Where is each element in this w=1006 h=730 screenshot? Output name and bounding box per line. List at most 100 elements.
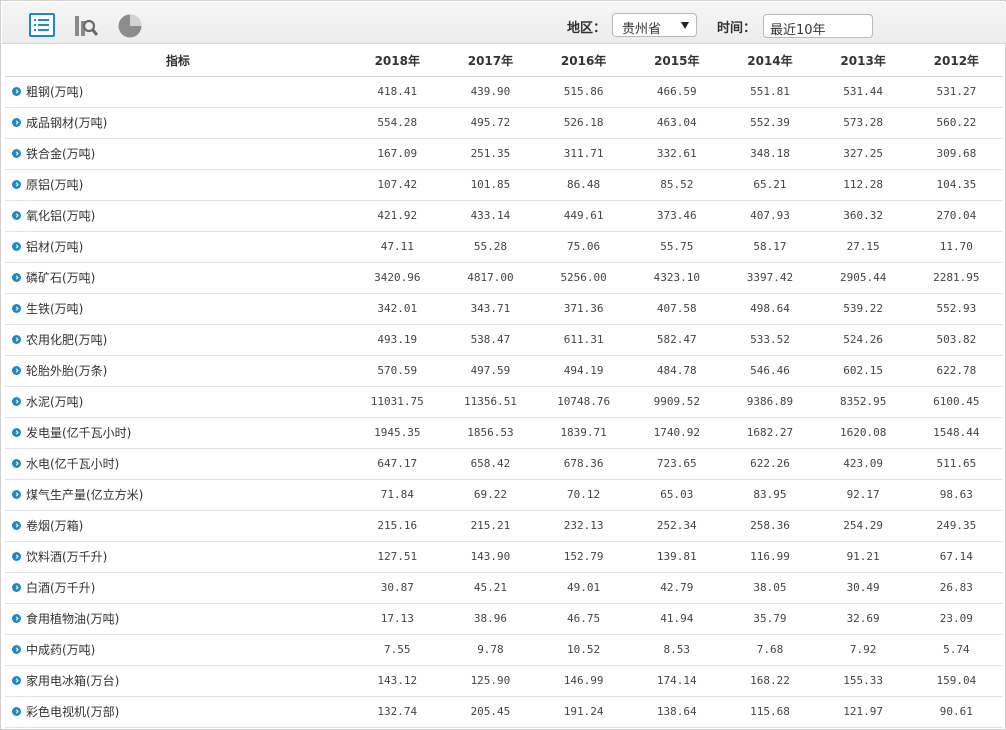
expand-arrow-icon[interactable] [12, 273, 21, 282]
value-cell: 495.72 [443, 107, 538, 139]
value-cell: 258.36 [723, 510, 817, 542]
value-cell: 174.14 [630, 665, 724, 697]
value-cell: 92.17 [816, 479, 910, 511]
value-cell: 17.13 [350, 603, 444, 635]
value-cell: 112.28 [816, 169, 910, 201]
column-header-year[interactable]: 2013年 [816, 45, 910, 77]
value-cell: 1682.27 [723, 417, 817, 449]
value-cell: 439.90 [443, 76, 538, 108]
column-header-year[interactable]: 2017年 [443, 45, 538, 77]
expand-arrow-icon[interactable] [12, 149, 21, 158]
data-table-container: 指标 2018年 2017年 2016年 2015年 2014年 2013年 2012年 粗… [5, 45, 1003, 728]
expand-arrow-icon[interactable] [12, 118, 21, 127]
expand-arrow-icon[interactable] [12, 428, 21, 437]
value-cell: 360.32 [816, 200, 910, 232]
bar-chart-icon[interactable] [73, 12, 99, 38]
expand-arrow-icon[interactable] [12, 521, 21, 530]
indicator-cell: 生铁(万吨) [5, 293, 351, 325]
column-header-year[interactable]: 2014年 [723, 45, 817, 77]
indicator-cell: 饮料酒(万千升) [5, 541, 351, 573]
value-cell: 215.21 [443, 510, 538, 542]
expand-arrow-icon[interactable] [12, 180, 21, 189]
value-cell: 498.64 [723, 293, 817, 325]
toolbar: 地区： 贵州省 时间： 最近10年 [2, 2, 1006, 44]
expand-arrow-icon[interactable] [12, 583, 21, 592]
indicator-name: 铁合金(万吨) [26, 147, 96, 161]
value-cell: 10.52 [537, 634, 631, 666]
indicator-name: 粗钢(万吨) [26, 85, 84, 99]
value-cell: 116.99 [723, 541, 817, 573]
time-range-input[interactable]: 最近10年 [763, 14, 873, 38]
table-row: 煤气生产量(亿立方米) 71.84 69.22 70.12 65.03 83.95 92.1… [5, 479, 1003, 511]
expand-arrow-icon[interactable] [12, 459, 21, 468]
column-header-year[interactable]: 2012年 [909, 45, 1003, 77]
time-label: 时间： [717, 21, 757, 36]
value-cell: 138.64 [630, 696, 724, 728]
column-header-year[interactable]: 2016年 [537, 45, 631, 77]
value-cell: 32.69 [816, 603, 910, 635]
value-cell: 251.35 [443, 138, 538, 170]
indicator-cell: 铁合金(万吨) [5, 138, 351, 170]
expand-arrow-icon[interactable] [12, 397, 21, 406]
list-dot-icon [34, 24, 36, 26]
expand-arrow-icon[interactable] [12, 211, 21, 220]
value-cell: 205.45 [443, 696, 538, 728]
expand-arrow-icon[interactable] [12, 335, 21, 344]
expand-arrow-icon[interactable] [12, 242, 21, 251]
value-cell: 11.70 [909, 231, 1003, 263]
value-cell: 55.75 [630, 231, 724, 263]
indicator-name: 原铝(万吨) [26, 178, 84, 192]
expand-arrow-icon[interactable] [12, 490, 21, 499]
indicator-name: 食用植物油(万吨) [26, 612, 120, 626]
value-cell: 86.48 [537, 169, 631, 201]
value-cell: 466.59 [630, 76, 724, 108]
value-cell: 526.18 [537, 107, 631, 139]
table-row: 家用电冰箱(万台) 143.12 125.90 146.99 174.14 168.22 1… [5, 665, 1003, 697]
table-row: 发电量(亿千瓦小时) 1945.35 1856.53 1839.71 1740.92 16… [5, 417, 1003, 449]
value-cell: 2905.44 [816, 262, 910, 294]
expand-arrow-icon[interactable] [12, 552, 21, 561]
region-select[interactable]: 贵州省 [612, 13, 697, 37]
pie-chart-icon[interactable] [117, 13, 143, 39]
value-cell: 407.58 [630, 293, 724, 325]
value-cell: 75.06 [537, 231, 631, 263]
table-view-icon[interactable] [29, 13, 55, 37]
table-row: 农用化肥(万吨) 493.19 538.47 611.31 582.47 533.52 52… [5, 324, 1003, 356]
value-cell: 42.79 [630, 572, 724, 604]
value-cell: 143.12 [350, 665, 444, 697]
table-row: 水电(亿千瓦小时) 647.17 658.42 678.36 723.65 622.26 4… [5, 448, 1003, 480]
column-header-year[interactable]: 2015年 [630, 45, 724, 77]
expand-arrow-icon[interactable] [12, 676, 21, 685]
expand-arrow-icon[interactable] [12, 707, 21, 716]
indicator-name: 轮胎外胎(万条) [26, 364, 108, 378]
value-cell: 132.74 [350, 696, 444, 728]
indicator-cell: 中成药(万吨) [5, 634, 351, 666]
table-row: 生铁(万吨) 342.01 343.71 371.36 407.58 498.64 539.… [5, 293, 1003, 325]
value-cell: 3420.96 [350, 262, 444, 294]
indicator-cell: 煤气生产量(亿立方米) [5, 479, 351, 511]
column-header-year[interactable]: 2018年 [350, 45, 444, 77]
value-cell: 539.22 [816, 293, 910, 325]
value-cell: 191.24 [537, 696, 631, 728]
value-cell: 371.36 [537, 293, 631, 325]
expand-arrow-icon[interactable] [12, 614, 21, 623]
value-cell: 35.79 [723, 603, 817, 635]
value-cell: 215.16 [350, 510, 444, 542]
value-cell: 168.22 [723, 665, 817, 697]
value-cell: 463.04 [630, 107, 724, 139]
value-cell: 67.14 [909, 541, 1003, 573]
indicator-name: 磷矿石(万吨) [26, 271, 96, 285]
expand-arrow-icon[interactable] [12, 366, 21, 375]
indicator-name: 彩色电视机(万部) [26, 705, 120, 719]
expand-arrow-icon[interactable] [12, 645, 21, 654]
expand-arrow-icon[interactable] [12, 304, 21, 313]
value-cell: 70.12 [537, 479, 631, 511]
value-cell: 309.68 [909, 138, 1003, 170]
region-select-value: 贵州省 [622, 22, 662, 37]
expand-arrow-icon[interactable] [12, 87, 21, 96]
indicator-cell: 原铝(万吨) [5, 169, 351, 201]
indicator-name: 水电(亿千瓦小时) [26, 457, 120, 471]
value-cell: 98.63 [909, 479, 1003, 511]
data-window: 地区： 贵州省 时间： 最近10年 指标 2018年 2017年 2016年 2015… [0, 0, 1006, 730]
table-body: 粗钢(万吨) 418.41 439.90 515.86 466.59 551.81 531.… [5, 76, 1003, 728]
